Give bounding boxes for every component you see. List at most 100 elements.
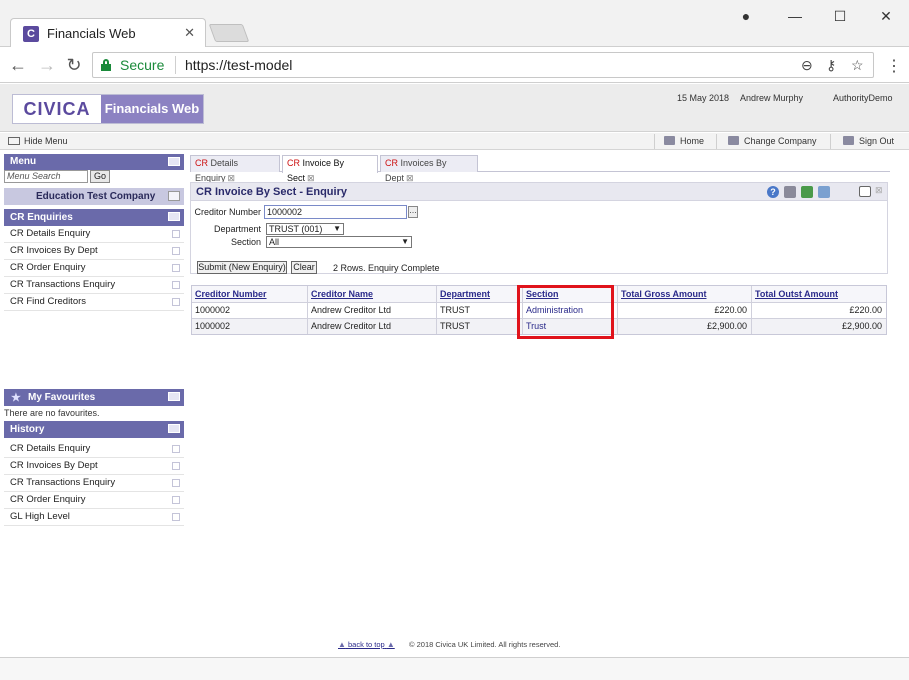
key-icon[interactable]: ⚷ [826,57,836,74]
url-separator [175,56,176,74]
close-window-icon[interactable]: ✕ [876,6,896,26]
minimize-icon[interactable]: — [785,6,805,26]
department-select[interactable]: TRUST (001) ▼ [266,223,344,235]
sidebar-item-label: CR Order Enquiry [10,262,86,273]
history-header: History [4,421,184,438]
open-new-window-icon[interactable] [172,264,180,272]
results-table: Creditor Number Creditor Name Department… [191,285,887,335]
open-new-window-icon[interactable] [172,513,180,521]
hide-menu-button[interactable]: Hide Menu [8,136,68,146]
history-item-cr-details-enquiry[interactable]: CR Details Enquiry [4,441,184,458]
new-tab-button[interactable] [208,24,250,42]
reload-icon[interactable]: ↻ [64,55,84,75]
back-icon[interactable]: ← [8,55,28,75]
menu-strip: Hide Menu Home Change Company Sign Out [0,133,909,150]
collapse-company-icon[interactable] [168,191,180,201]
menu-search-row: Menu Search Go [4,170,184,184]
cell-section-link[interactable]: Trust [523,319,618,334]
column-header-department[interactable]: Department [437,286,523,302]
collapse-favourites-icon[interactable] [168,392,180,401]
history-title: History [10,424,45,435]
bookmark-star-icon[interactable]: ☆ [851,57,864,74]
collapse-history-icon[interactable] [168,424,180,433]
section-select[interactable]: All ▼ [266,236,412,248]
cell-section-link[interactable]: Administration [523,303,618,318]
zoom-icon[interactable]: ⊖ [801,57,813,74]
table-row[interactable]: 1000002 Andrew Creditor Ltd TRUST Trust … [192,318,886,334]
column-header-creditor-name[interactable]: Creditor Name [308,286,437,302]
open-new-window-icon[interactable] [172,230,180,238]
building-icon [728,136,739,145]
secure-label: Secure [120,57,165,73]
cell-total-gross: £2,900.00 [618,319,752,334]
creditor-number-input[interactable]: 1000002 [264,205,407,219]
column-header-total-outst-amount[interactable]: Total Outst Amount [752,286,886,302]
header-authority: AuthorityDemo [833,93,893,103]
profile-icon[interactable]: ● [736,6,756,26]
sign-out-link[interactable]: Sign Out [843,136,894,146]
sidebar-item-cr-order-enquiry[interactable]: CR Order Enquiry [4,260,184,277]
tab-cr-invoices-by-dept[interactable]: CR Invoices By Dept ⊠ [380,155,478,183]
open-new-window-icon[interactable] [172,445,180,453]
menu-search-input[interactable]: Menu Search [4,170,88,183]
sidebar-item-cr-details-enquiry[interactable]: CR Details Enquiry [4,226,184,243]
sidebar-item-cr-transactions-enquiry[interactable]: CR Transactions Enquiry [4,277,184,294]
back-to-top-link[interactable]: ▲ back to top ▲ [338,640,395,649]
expand-enquiries-icon[interactable] [168,212,180,221]
open-new-window-icon[interactable] [172,298,180,306]
no-favourites-text: There are no favourites. [4,408,100,418]
sidebar-item-cr-find-creditors[interactable]: CR Find Creditors [4,294,184,311]
close-panel-icon[interactable]: ⊠ [875,185,887,197]
cell-creditor-number: 1000002 [192,303,308,318]
column-header-total-gross-amount[interactable]: Total Gross Amount [618,286,752,302]
open-new-window-icon[interactable] [172,281,180,289]
company-header: Education Test Company [4,188,184,205]
enquiry-list: CR Details Enquiry CR Invoices By Dept C… [4,226,184,311]
panel-title-bar: CR Invoice By Sect - Enquiry ? ⊠ [191,183,887,201]
open-new-window-icon[interactable] [172,247,180,255]
logo-product: Financials Web [101,95,203,123]
address-bar[interactable]: Secure https://test-model ⊖ ⚷ ☆ [92,52,874,78]
sidebar-item-label: CR Details Enquiry [10,228,91,239]
close-tab-icon[interactable]: ✕ [184,25,195,41]
history-item-cr-transactions-enquiry[interactable]: CR Transactions Enquiry [4,475,184,492]
history-item-cr-order-enquiry[interactable]: CR Order Enquiry [4,492,184,509]
browser-menu-icon[interactable]: ⋮ [886,56,902,76]
dropdown-arrow-icon: ▼ [401,237,409,246]
new-window-icon[interactable] [859,186,871,197]
open-new-window-icon[interactable] [172,462,180,470]
open-new-window-icon[interactable] [172,496,180,504]
column-header-creditor-number[interactable]: Creditor Number [192,286,308,302]
report-icon[interactable] [818,186,830,198]
menu-go-button[interactable]: Go [90,170,110,183]
home-link[interactable]: Home [664,136,704,146]
creditor-lookup-button[interactable]: … [408,206,418,218]
export-excel-icon[interactable] [801,186,813,198]
back-to-top-label: back to top [348,640,385,649]
sidebar-item-label: CR Invoices By Dept [10,245,98,256]
cell-total-outst: £2,900.00 [841,321,882,331]
maximize-icon[interactable]: ☐ [830,6,850,26]
tab-cr-invoice-by-sect[interactable]: CR Invoice By Sect ⊠ [282,155,378,183]
menu-header: Menu [4,154,184,170]
history-item-gl-high-level[interactable]: GL High Level [4,509,184,526]
lock-icon [101,59,111,71]
submit-new-enquiry-button[interactable]: Submit (New Enquiry) [197,261,287,274]
table-row[interactable]: 1000002 Andrew Creditor Ltd TRUST Admini… [192,302,886,318]
change-company-label: Change Company [744,136,817,146]
collapse-menu-icon[interactable] [168,157,180,166]
browser-tab[interactable]: C Financials Web ✕ [10,18,206,48]
forward-icon[interactable]: → [37,55,57,75]
help-icon[interactable]: ? [767,186,779,198]
change-company-link[interactable]: Change Company [728,136,817,146]
print-icon[interactable] [784,186,796,198]
clear-button[interactable]: Clear [291,261,317,274]
enquiry-panel: CR Invoice By Sect - Enquiry ? ⊠ Credito… [190,182,888,274]
history-item-cr-invoices-by-dept[interactable]: CR Invoices By Dept [4,458,184,475]
column-header-section[interactable]: Section [523,286,618,302]
url-text[interactable]: https://test-model [185,57,292,73]
hide-menu-icon [8,137,20,145]
open-new-window-icon[interactable] [172,479,180,487]
tab-cr-details-enquiry[interactable]: CR Details Enquiry ⊠ [190,155,280,183]
sidebar-item-cr-invoices-by-dept[interactable]: CR Invoices By Dept [4,243,184,260]
